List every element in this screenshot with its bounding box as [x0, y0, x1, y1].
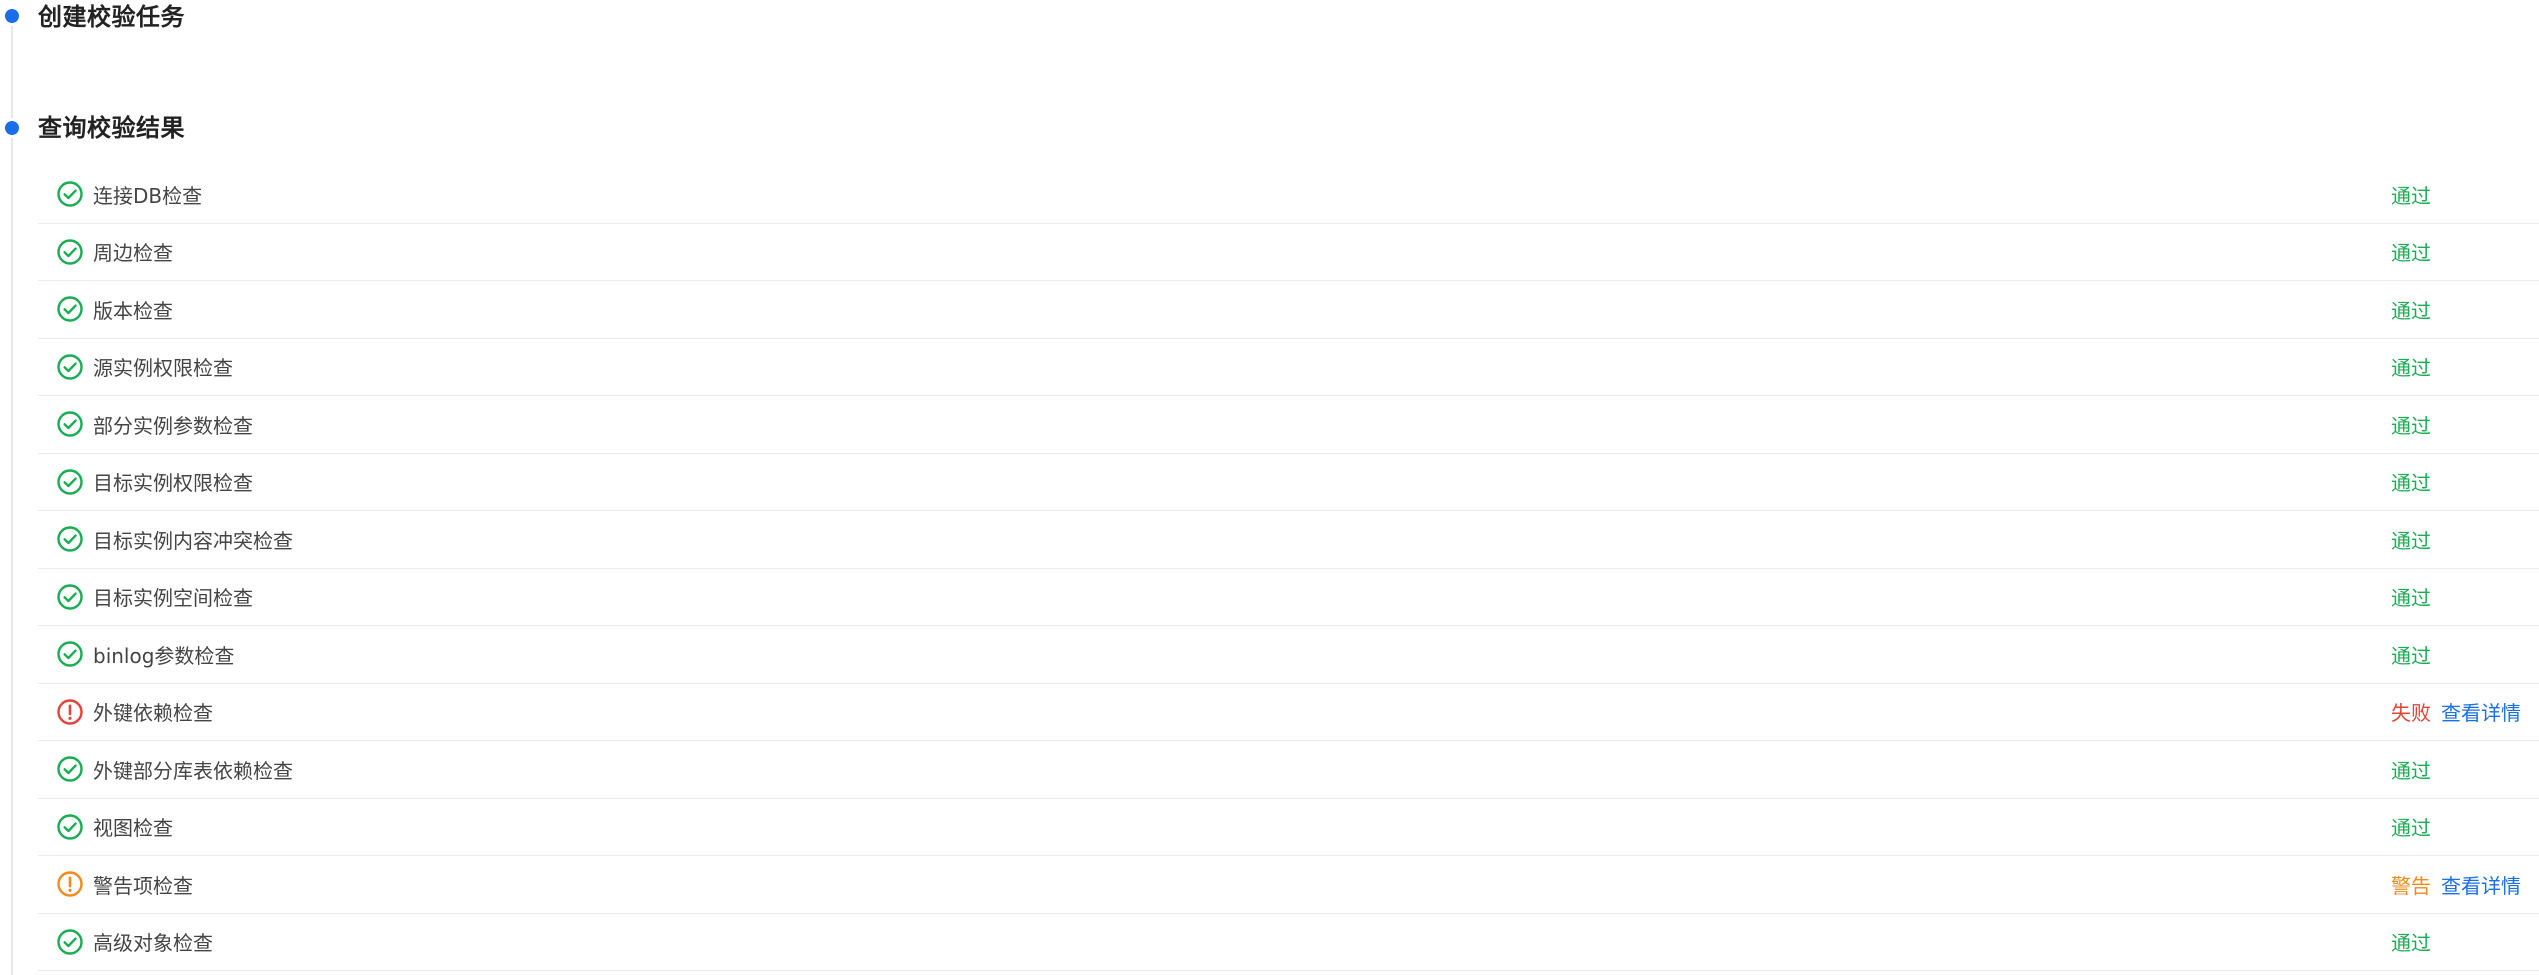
check-circle-icon: [57, 469, 83, 495]
check-circle-icon: [57, 526, 83, 552]
check-circle-icon: [57, 756, 83, 782]
check-circle-icon: [57, 296, 83, 322]
check-name: 目标实例内容冲突检查: [93, 528, 293, 553]
check-circle-icon: [57, 641, 83, 667]
check-result-status: 通过: [2391, 413, 2431, 438]
check-name: 警告项检查: [93, 873, 193, 898]
check-name: binlog参数检查: [93, 643, 235, 668]
check-result-status: 通过: [2391, 758, 2431, 783]
check-name: 源实例权限检查: [93, 356, 233, 381]
check-row: 目标实例内容冲突检查 通过: [38, 511, 2539, 569]
timeline-line: [11, 16, 13, 975]
exclamation-circle-icon: [57, 871, 83, 897]
check-result-status: 通过: [2391, 183, 2431, 208]
check-row: binlog参数检查 通过: [38, 626, 2539, 684]
check-result-status: 通过: [2391, 816, 2431, 841]
check-circle-icon: [57, 239, 83, 265]
check-name: 外键依赖检查: [93, 701, 213, 726]
check-name: 高级对象检查: [93, 931, 213, 956]
check-result-status: 通过: [2391, 241, 2431, 266]
timeline-dot: [5, 121, 19, 135]
check-result-status: 通过: [2391, 528, 2431, 553]
check-circle-icon: [57, 181, 83, 207]
check-row: 目标实例空间检查 通过: [38, 569, 2539, 626]
check-row: 目标实例权限检查 通过: [38, 454, 2539, 511]
check-row: 部分实例参数检查 通过: [38, 396, 2539, 454]
check-row: 源实例权限检查 通过: [38, 339, 2539, 396]
check-row: 外键部分库表依赖检查 通过: [38, 741, 2539, 799]
check-name: 周边检查: [93, 241, 173, 266]
check-name: 目标实例空间检查: [93, 586, 253, 611]
check-result-status: 通过: [2391, 471, 2431, 496]
check-row: 高级对象检查 通过: [38, 914, 2539, 971]
step-title-create: 创建校验任务: [38, 3, 185, 31]
check-name: 目标实例权限检查: [93, 471, 253, 496]
check-circle-icon: [57, 411, 83, 437]
check-name: 版本检查: [93, 298, 173, 323]
timeline-dot: [5, 9, 19, 23]
check-name: 部分实例参数检查: [93, 413, 253, 438]
check-result-list: 连接DB检查 通过 周边检查 通过 版本检查 通过 源实例权限检查 通过 部分实例参数检查 通过目…: [38, 166, 2539, 971]
check-row: 周边检查 通过: [38, 224, 2539, 281]
check-name: 外键部分库表依赖检查: [93, 758, 293, 783]
step-title-query: 查询校验结果: [38, 114, 185, 142]
check-row: 视图检查 通过: [38, 799, 2539, 856]
check-result-status: 通过: [2391, 298, 2431, 323]
check-circle-icon: [57, 354, 83, 380]
check-result-status: 警告: [2391, 873, 2431, 898]
check-name: 连接DB检查: [93, 183, 203, 208]
check-circle-icon: [57, 929, 83, 955]
check-result-status: 失败: [2391, 701, 2431, 726]
check-row: 外键依赖检查 失败 查看详情: [38, 684, 2539, 741]
check-row: 版本检查 通过: [38, 281, 2539, 339]
view-details-link[interactable]: 查看详情: [2441, 697, 2521, 726]
validation-page: 创建校验任务 查询校验结果 连接DB检查 通过 周边检查 通过 版本检查 通过 源实例权限检…: [0, 0, 2539, 975]
check-result-status: 通过: [2391, 931, 2431, 956]
check-name: 视图检查: [93, 816, 173, 841]
check-row: 警告项检查 警告 查看详情: [38, 856, 2539, 914]
check-circle-icon: [57, 584, 83, 610]
check-result-status: 通过: [2391, 356, 2431, 381]
view-details-link[interactable]: 查看详情: [2441, 870, 2521, 899]
exclamation-circle-icon: [57, 699, 83, 725]
check-result-status: 通过: [2391, 643, 2431, 668]
check-result-status: 通过: [2391, 586, 2431, 611]
check-circle-icon: [57, 814, 83, 840]
check-row: 连接DB检查 通过: [38, 166, 2539, 224]
